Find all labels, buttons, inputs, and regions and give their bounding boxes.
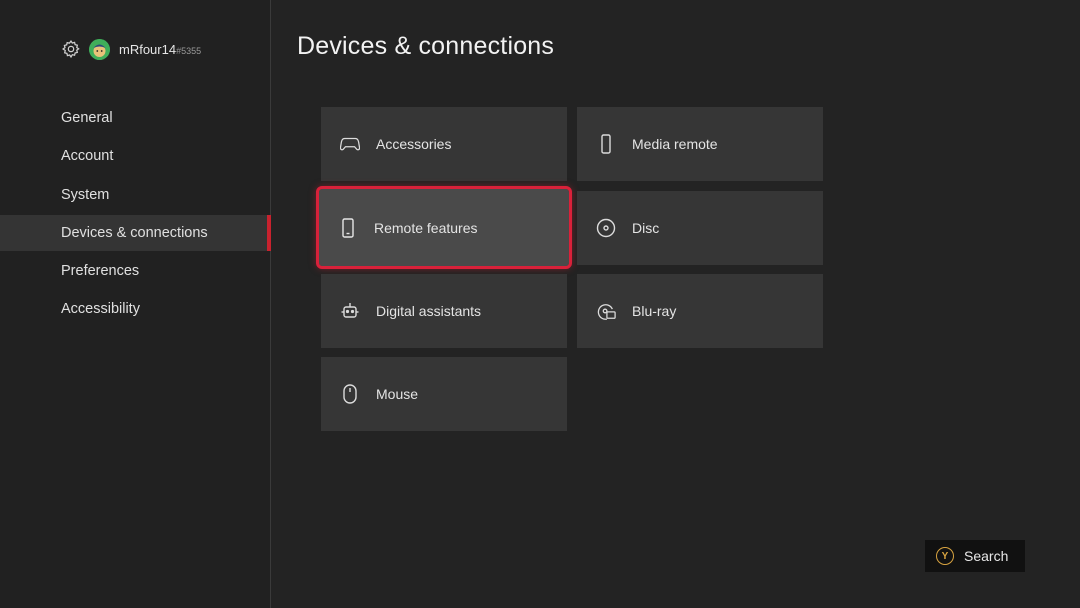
tile-accessories[interactable]: Accessories	[321, 107, 567, 181]
sidebar: mRfour14#5355 General Account System Dev…	[0, 0, 271, 608]
search-label: Search	[964, 548, 1009, 564]
sidebar-item-system[interactable]: System	[0, 177, 271, 213]
gamertag-suffix: #5355	[176, 45, 202, 56]
tile-label: Remote features	[374, 219, 478, 236]
controller-icon	[340, 134, 360, 154]
tile-blu-ray[interactable]: Blu-ray	[577, 274, 823, 348]
sidebar-item-label: Account	[61, 148, 114, 165]
remote-icon	[596, 134, 616, 154]
page-title: Devices & connections	[297, 32, 555, 60]
tile-label: Disc	[632, 220, 660, 236]
tile-label: Digital assistants	[376, 303, 482, 319]
disc-icon	[596, 218, 616, 238]
sidebar-item-label: Preferences	[61, 263, 140, 280]
tile-label: Media remote	[632, 136, 718, 152]
search-button[interactable]: Y Search	[925, 540, 1025, 572]
avatar[interactable]	[89, 38, 110, 60]
sidebar-item-general[interactable]: General	[0, 100, 271, 136]
sidebar-item-label: Accessibility	[61, 301, 140, 318]
settings-nav: General Account System Devices & connect…	[0, 100, 271, 330]
tile-label: Blu-ray	[632, 303, 677, 319]
sidebar-item-label: System	[61, 186, 110, 203]
tile-disc[interactable]: Disc	[577, 191, 823, 265]
sidebar-item-label: Devices & connections	[61, 224, 208, 241]
sidebar-item-label: General	[61, 110, 113, 126]
bluray-icon	[596, 301, 616, 321]
profile-header: mRfour14#5355	[61, 38, 201, 60]
settings-screen: mRfour14#5355 General Account System Dev…	[0, 0, 1080, 608]
sidebar-item-devices-connections[interactable]: Devices & connections	[0, 214, 271, 251]
tile-label: Accessories	[376, 136, 452, 152]
gamertag-name: mRfour14	[119, 41, 177, 57]
mouse-icon	[340, 384, 360, 404]
sidebar-item-accessibility[interactable]: Accessibility	[0, 291, 271, 327]
tile-remote-features[interactable]: Remote features	[316, 186, 572, 269]
sidebar-item-account[interactable]: Account	[0, 138, 271, 174]
phone-icon	[338, 217, 358, 238]
assistant-icon	[340, 301, 360, 321]
tile-label: Mouse	[376, 386, 419, 402]
gamertag: mRfour14#5355	[119, 42, 201, 57]
y-button-icon: Y	[936, 547, 954, 565]
gear-icon	[61, 39, 81, 59]
sidebar-item-preferences[interactable]: Preferences	[0, 253, 271, 289]
tile-media-remote[interactable]: Media remote	[577, 107, 823, 181]
tile-digital-assistants[interactable]: Digital assistants	[321, 274, 567, 348]
tile-mouse[interactable]: Mouse	[321, 357, 567, 431]
